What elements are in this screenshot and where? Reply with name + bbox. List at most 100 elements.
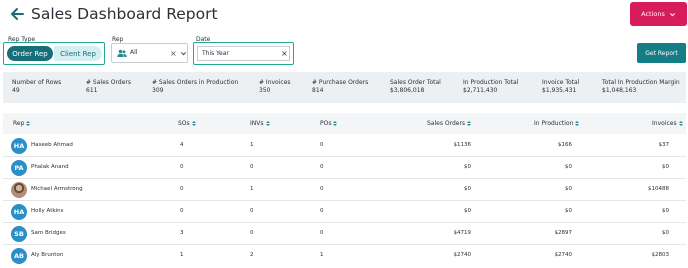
rep-select-value: All bbox=[130, 49, 138, 56]
rep-name[interactable]: Phalak Anand bbox=[31, 164, 69, 170]
sos-cell: 0 bbox=[180, 164, 184, 170]
pos-cell: 0 bbox=[320, 208, 324, 214]
order-rep-option[interactable]: Order Rep bbox=[7, 46, 53, 61]
sos-cell: 4 bbox=[180, 142, 184, 148]
summary-label: Total In Production Margin bbox=[602, 79, 680, 86]
pos-cell: 0 bbox=[320, 164, 324, 170]
sales-orders-cell: $2740 bbox=[453, 252, 472, 258]
sort-icon bbox=[26, 120, 31, 127]
invs-cell: 1 bbox=[250, 186, 254, 192]
pos-cell: 1 bbox=[320, 252, 324, 258]
invoices-cell: $37 bbox=[658, 142, 670, 148]
column-header-pos[interactable]: POs bbox=[320, 120, 338, 127]
column-header-sos[interactable]: SOs bbox=[178, 120, 196, 127]
table-header: Rep SOs INVs POs Sales Orders In Product… bbox=[3, 113, 686, 134]
table-row[interactable]: HA Holly Atkins 0 0 0 $0 $0 $0 bbox=[3, 201, 686, 223]
invs-cell: 0 bbox=[250, 208, 254, 214]
rep-label: Rep bbox=[112, 36, 124, 43]
summary-value: $1,935,431 bbox=[542, 87, 577, 94]
in-production-cell: $166 bbox=[558, 142, 572, 148]
table-row[interactable]: Michael Armstrong 0 1 0 $0 $0 $10488 bbox=[3, 179, 686, 201]
rep-name[interactable]: Michael Armstrong bbox=[31, 186, 83, 192]
summary-item: # Invoices 350 bbox=[259, 79, 291, 95]
sort-icon bbox=[333, 120, 338, 127]
chevron-down-icon[interactable] bbox=[180, 50, 187, 57]
summary-item: Sales Order Total $3,806,018 bbox=[390, 79, 441, 95]
column-header-in-production[interactable]: In Production bbox=[534, 120, 580, 127]
summary-item: Number of Rows 49 bbox=[12, 79, 61, 95]
date-filter-box: This Year × bbox=[193, 42, 294, 65]
summary-label: # Sales Orders bbox=[86, 79, 131, 86]
sales-orders-cell: $0 bbox=[464, 186, 471, 192]
actions-button-label: Actions bbox=[641, 10, 665, 18]
rep-select[interactable]: All × bbox=[111, 43, 188, 63]
invs-cell: 2 bbox=[250, 252, 254, 258]
close-icon[interactable]: × bbox=[170, 49, 177, 58]
summary-label: Number of Rows bbox=[12, 79, 62, 86]
column-header-invoices[interactable]: Invoices bbox=[652, 120, 683, 127]
column-header-label: Rep bbox=[13, 120, 25, 127]
avatar bbox=[11, 182, 27, 198]
invs-cell: 0 bbox=[250, 230, 254, 236]
rep-name[interactable]: Sam Bridges bbox=[31, 230, 66, 236]
client-rep-option[interactable]: Client Rep bbox=[54, 46, 102, 61]
column-header-label: POs bbox=[320, 120, 332, 127]
sales-orders-cell: $4719 bbox=[453, 230, 472, 236]
summary-item: # Sales Orders 611 bbox=[86, 79, 131, 95]
column-header-label: In Production bbox=[534, 120, 574, 127]
sort-icon bbox=[467, 120, 472, 127]
sort-icon bbox=[678, 120, 683, 127]
table-row[interactable]: HA Haseeb Ahmad 4 1 0 $1136 $166 $37 bbox=[3, 135, 686, 157]
chevron-down-icon bbox=[669, 12, 675, 16]
table-row[interactable]: SB Sam Bridges 3 0 0 $4719 $2897 $0 bbox=[3, 223, 686, 245]
column-header-label: Invoices bbox=[652, 120, 677, 127]
rep-name[interactable]: Aly Brunton bbox=[31, 252, 63, 258]
summary-label: # Sales Orders in Production bbox=[152, 79, 239, 86]
summary-label: # Invoices bbox=[259, 79, 291, 86]
in-production-cell: $0 bbox=[565, 208, 572, 214]
avatar: PA bbox=[11, 160, 27, 176]
close-icon[interactable]: × bbox=[281, 49, 288, 58]
in-production-cell: $2740 bbox=[554, 252, 573, 258]
get-report-button[interactable]: Get Report bbox=[637, 43, 686, 63]
summary-label: Invoice Total bbox=[542, 79, 580, 86]
in-production-cell: $2897 bbox=[554, 230, 573, 236]
pos-cell: 0 bbox=[320, 142, 324, 148]
sos-cell: 0 bbox=[180, 208, 184, 214]
column-header-label: INVs bbox=[250, 120, 264, 127]
summary-item: Invoice Total $1,935,431 bbox=[542, 79, 579, 95]
pos-cell: 0 bbox=[320, 230, 324, 236]
sos-cell: 3 bbox=[180, 230, 184, 236]
actions-button[interactable]: Actions bbox=[630, 2, 687, 26]
summary-value: $1,048,163 bbox=[602, 87, 637, 94]
page-title: Sales Dashboard Report bbox=[31, 5, 218, 23]
date-input[interactable]: This Year × bbox=[197, 46, 290, 61]
summary-value: 611 bbox=[86, 87, 98, 94]
summary-bar: Number of Rows 49 # Sales Orders 611 # S… bbox=[3, 72, 686, 103]
summary-item: # Sales Orders in Production 309 bbox=[152, 79, 238, 95]
summary-value: 49 bbox=[12, 87, 20, 94]
summary-value: $2,711,430 bbox=[463, 87, 498, 94]
rep-type-toggle: Order Rep Client Rep bbox=[3, 42, 105, 65]
in-production-cell: $0 bbox=[565, 186, 572, 192]
summary-label: In Production Total bbox=[463, 79, 519, 86]
arrow-left-icon[interactable] bbox=[9, 6, 25, 22]
column-header-sales-orders[interactable]: Sales Orders bbox=[427, 120, 472, 127]
avatar: SB bbox=[11, 226, 27, 242]
invs-cell: 0 bbox=[250, 164, 254, 170]
summary-label: # Purchase Orders bbox=[312, 79, 369, 86]
column-header-label: SOs bbox=[178, 120, 190, 127]
column-header-rep[interactable]: Rep bbox=[13, 120, 31, 127]
rep-name[interactable]: Haseeb Ahmad bbox=[31, 142, 73, 148]
avatar: HA bbox=[11, 138, 27, 154]
date-input-value: This Year bbox=[202, 50, 229, 57]
column-header-invs[interactable]: INVs bbox=[250, 120, 270, 127]
sales-orders-cell: $0 bbox=[464, 164, 471, 170]
summary-value: 814 bbox=[312, 87, 324, 94]
invs-cell: 1 bbox=[250, 142, 254, 148]
sos-cell: 0 bbox=[180, 186, 184, 192]
table-row[interactable]: AB Aly Brunton 1 2 1 $2740 $2740 $2803 bbox=[3, 245, 686, 267]
table-row[interactable]: PA Phalak Anand 0 0 0 $0 $0 $0 bbox=[3, 157, 686, 179]
rep-name[interactable]: Holly Atkins bbox=[31, 208, 63, 214]
sales-orders-cell: $0 bbox=[464, 208, 471, 214]
